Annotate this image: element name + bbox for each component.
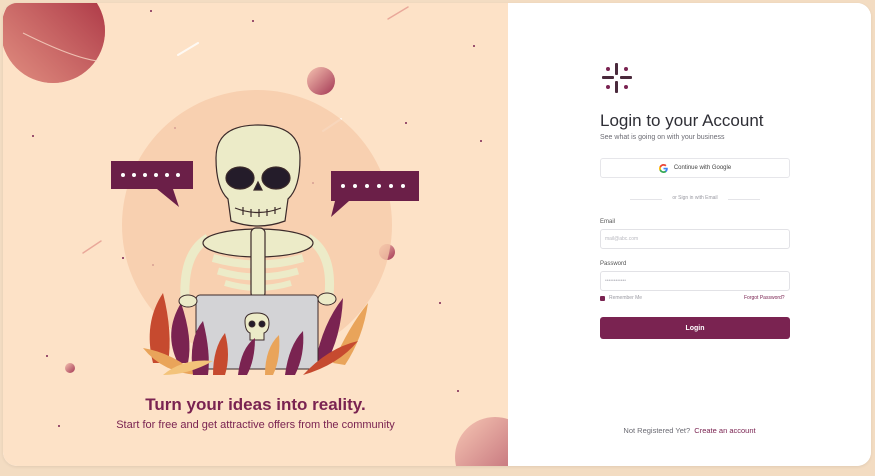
password-label: Password [600,261,627,267]
login-button[interactable]: Login [600,317,790,339]
password-field[interactable] [600,271,790,291]
login-card: Turn your ideas into reality. Start for … [3,3,871,466]
remember-me-checkbox[interactable]: Remember Me [600,295,642,301]
forgot-password-link[interactable]: Forgot Password? [744,295,785,301]
illustration-title: Turn your ideas into reality. [145,395,366,414]
google-signin-button[interactable]: Continue with Google [600,158,790,178]
remember-me-label: Remember Me [609,295,643,301]
email-label: Email [600,219,616,225]
illustration-subtitle: Start for free and get attractive offers… [116,419,395,431]
login-panel: Login to your Account See what is going … [508,3,871,466]
page-frame: Turn your ideas into reality. Start for … [0,0,875,476]
register-prompt: Not Registered Yet? Create an account [508,426,871,435]
google-button-label: Continue with Google [673,165,732,171]
checkbox-checked-icon[interactable] [600,295,605,301]
divider-label: or Sign in with Email [672,195,718,201]
email-field[interactable] [600,229,790,249]
brand-logo-icon [602,63,632,93]
google-icon [658,163,668,173]
page-subtitle: See what is going on with your business [600,134,725,141]
create-account-link[interactable]: Create an account [694,426,755,435]
email-divider: or Sign in with Email [600,195,790,203]
page-title: Login to your Account [600,111,764,130]
register-prompt-text: Not Registered Yet? [623,426,691,435]
illustration-panel: Turn your ideas into reality. Start for … [3,3,508,466]
